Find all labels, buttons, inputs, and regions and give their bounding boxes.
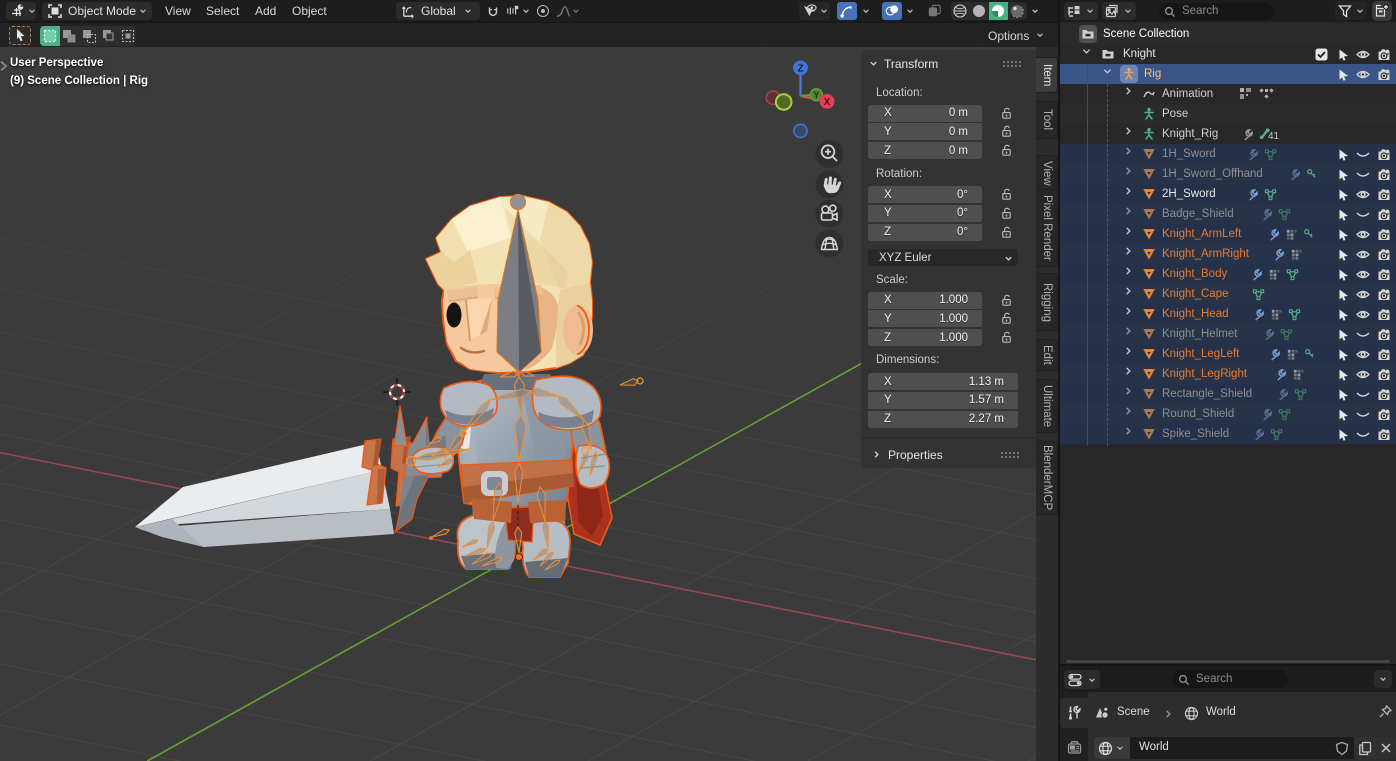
svg-text:X: X (824, 97, 831, 108)
svg-text:Y: Y (813, 90, 819, 100)
svg-text:Z: Z (797, 64, 803, 75)
